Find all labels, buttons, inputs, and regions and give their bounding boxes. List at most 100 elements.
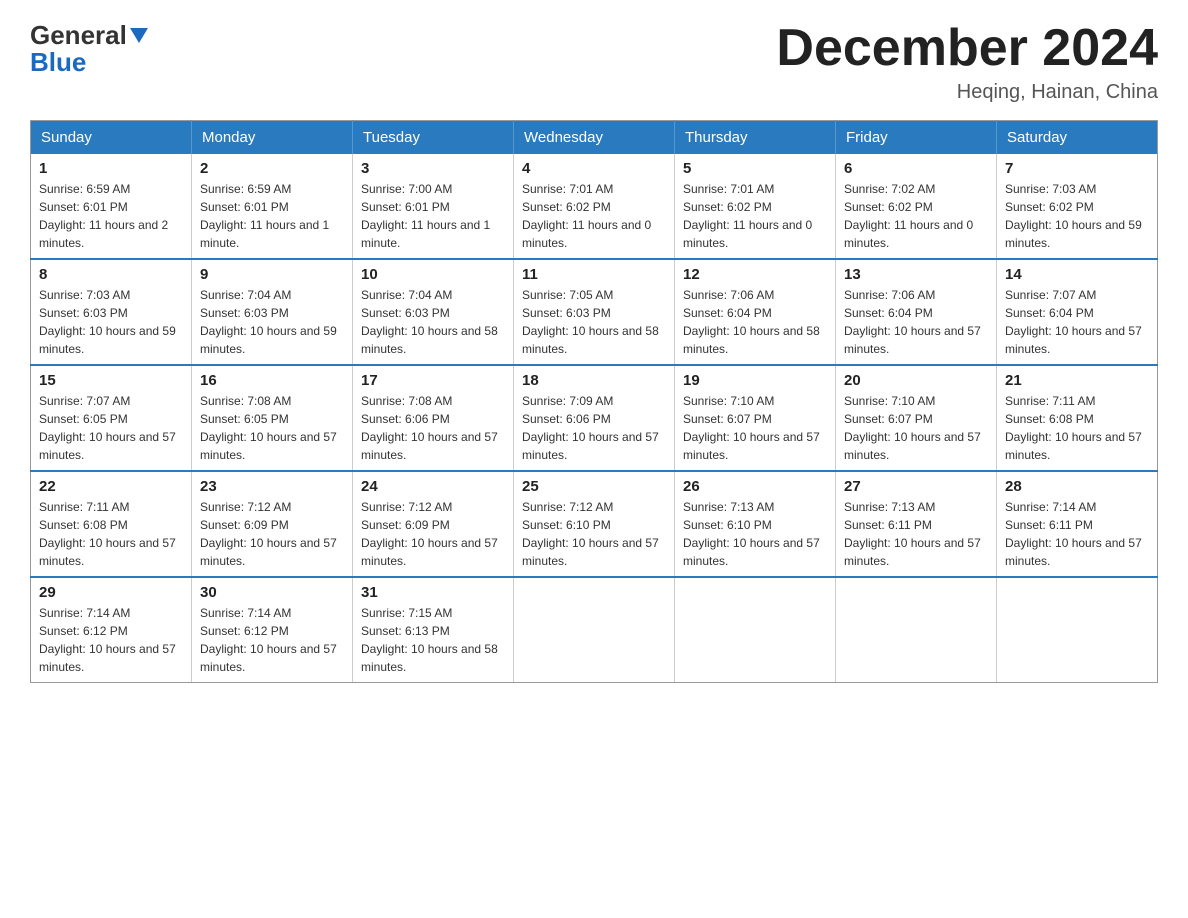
- calendar-cell: 12 Sunrise: 7:06 AMSunset: 6:04 PMDayligh…: [675, 259, 836, 365]
- day-info: Sunrise: 7:12 AMSunset: 6:09 PMDaylight:…: [361, 498, 505, 570]
- calendar-cell: 23Sunrise: 7:12 AMSunset: 6:09 PMDayligh…: [192, 471, 353, 577]
- day-info: Sunrise: 7:14 AMSunset: 6:11 PMDaylight:…: [1005, 498, 1149, 570]
- calendar-cell: 25 Sunrise: 7:12 AMSunset: 6:10 PMDayligh…: [514, 471, 675, 577]
- day-number: 1: [39, 160, 183, 177]
- day-info: Sunrise: 7:02 AMSunset: 6:02 PMDaylight:…: [844, 180, 988, 252]
- day-info: Sunrise: 7:07 AMSunset: 6:05 PMDaylight:…: [39, 392, 183, 464]
- day-number: 25: [522, 478, 666, 495]
- day-info: Sunrise: 7:03 AMSunset: 6:02 PMDaylight:…: [1005, 180, 1149, 252]
- calendar-cell: 14 Sunrise: 7:07 AMSunset: 6:04 PMDayligh…: [997, 259, 1158, 365]
- day-info: Sunrise: 7:06 AMSunset: 6:04 PMDaylight:…: [844, 286, 988, 358]
- day-number: 26: [683, 478, 827, 495]
- day-number: 8: [39, 266, 183, 283]
- column-header-sunday: Sunday: [31, 121, 192, 155]
- day-number: 18: [522, 372, 666, 389]
- day-number: 22: [39, 478, 183, 495]
- calendar-cell: 22 Sunrise: 7:11 AMSunset: 6:08 PMDayligh…: [31, 471, 192, 577]
- day-number: 5: [683, 160, 827, 177]
- calendar-cell: 13Sunrise: 7:06 AMSunset: 6:04 PMDayligh…: [836, 259, 997, 365]
- calendar-cell: 21 Sunrise: 7:11 AMSunset: 6:08 PMDayligh…: [997, 365, 1158, 471]
- day-number: 2: [200, 160, 344, 177]
- calendar-cell: 24 Sunrise: 7:12 AMSunset: 6:09 PMDayligh…: [353, 471, 514, 577]
- calendar-cell: 6 Sunrise: 7:02 AMSunset: 6:02 PMDaylight…: [836, 154, 997, 259]
- calendar-cell: [675, 577, 836, 683]
- day-number: 24: [361, 478, 505, 495]
- day-number: 31: [361, 584, 505, 601]
- calendar-cell: 5 Sunrise: 7:01 AMSunset: 6:02 PMDaylight…: [675, 154, 836, 259]
- calendar-cell: 20 Sunrise: 7:10 AMSunset: 6:07 PMDayligh…: [836, 365, 997, 471]
- calendar-cell: 17 Sunrise: 7:08 AMSunset: 6:06 PMDayligh…: [353, 365, 514, 471]
- day-info: Sunrise: 7:11 AMSunset: 6:08 PMDaylight:…: [39, 498, 183, 570]
- day-info: Sunrise: 7:13 AMSunset: 6:10 PMDaylight:…: [683, 498, 827, 570]
- day-info: Sunrise: 7:04 AMSunset: 6:03 PMDaylight:…: [200, 286, 344, 358]
- calendar-cell: 27Sunrise: 7:13 AMSunset: 6:11 PMDayligh…: [836, 471, 997, 577]
- day-info: Sunrise: 7:11 AMSunset: 6:08 PMDaylight:…: [1005, 392, 1149, 464]
- day-number: 28: [1005, 478, 1149, 495]
- calendar-title-area: December 2024 Heqing, Hainan, China: [776, 20, 1158, 104]
- calendar-cell: 30Sunrise: 7:14 AMSunset: 6:12 PMDayligh…: [192, 577, 353, 683]
- calendar-cell: 16 Sunrise: 7:08 AMSunset: 6:05 PMDayligh…: [192, 365, 353, 471]
- column-header-saturday: Saturday: [997, 121, 1158, 155]
- day-info: Sunrise: 7:08 AMSunset: 6:05 PMDaylight:…: [200, 392, 344, 464]
- calendar-cell: 29Sunrise: 7:14 AMSunset: 6:12 PMDayligh…: [31, 577, 192, 683]
- calendar-week-row: 15Sunrise: 7:07 AMSunset: 6:05 PMDayligh…: [31, 365, 1158, 471]
- day-number: 6: [844, 160, 988, 177]
- calendar-title: December 2024: [776, 20, 1158, 77]
- day-info: Sunrise: 7:03 AMSunset: 6:03 PMDaylight:…: [39, 286, 183, 358]
- day-info: Sunrise: 7:00 AMSunset: 6:01 PMDaylight:…: [361, 180, 505, 252]
- day-info: Sunrise: 7:08 AMSunset: 6:06 PMDaylight:…: [361, 392, 505, 464]
- calendar-cell: [997, 577, 1158, 683]
- column-header-wednesday: Wednesday: [514, 121, 675, 155]
- day-number: 9: [200, 266, 344, 283]
- day-number: 11: [522, 266, 666, 283]
- day-number: 20: [844, 372, 988, 389]
- calendar-subtitle: Heqing, Hainan, China: [776, 81, 1158, 104]
- calendar-cell: 8 Sunrise: 7:03 AMSunset: 6:03 PMDaylight…: [31, 259, 192, 365]
- calendar-week-row: 1 Sunrise: 6:59 AMSunset: 6:01 PMDaylight…: [31, 154, 1158, 259]
- logo: General Blue: [30, 20, 148, 78]
- day-info: Sunrise: 7:07 AMSunset: 6:04 PMDaylight:…: [1005, 286, 1149, 358]
- calendar-cell: 10 Sunrise: 7:04 AMSunset: 6:03 PMDayligh…: [353, 259, 514, 365]
- day-info: Sunrise: 7:12 AMSunset: 6:09 PMDaylight:…: [200, 498, 344, 570]
- calendar-week-row: 29Sunrise: 7:14 AMSunset: 6:12 PMDayligh…: [31, 577, 1158, 683]
- day-number: 19: [683, 372, 827, 389]
- calendar-cell: 26 Sunrise: 7:13 AMSunset: 6:10 PMDayligh…: [675, 471, 836, 577]
- column-header-tuesday: Tuesday: [353, 121, 514, 155]
- day-number: 17: [361, 372, 505, 389]
- day-number: 21: [1005, 372, 1149, 389]
- calendar-cell: 19 Sunrise: 7:10 AMSunset: 6:07 PMDayligh…: [675, 365, 836, 471]
- day-info: Sunrise: 6:59 AMSunset: 6:01 PMDaylight:…: [39, 180, 183, 252]
- logo-line2: Blue: [30, 47, 86, 78]
- day-info: Sunrise: 7:01 AMSunset: 6:02 PMDaylight:…: [683, 180, 827, 252]
- column-header-monday: Monday: [192, 121, 353, 155]
- day-info: Sunrise: 7:09 AMSunset: 6:06 PMDaylight:…: [522, 392, 666, 464]
- calendar-header-row: SundayMondayTuesdayWednesdayThursdayFrid…: [31, 121, 1158, 155]
- calendar-cell: 31Sunrise: 7:15 AMSunset: 6:13 PMDayligh…: [353, 577, 514, 683]
- column-header-thursday: Thursday: [675, 121, 836, 155]
- day-number: 16: [200, 372, 344, 389]
- day-info: Sunrise: 7:10 AMSunset: 6:07 PMDaylight:…: [844, 392, 988, 464]
- calendar-cell: [514, 577, 675, 683]
- day-number: 3: [361, 160, 505, 177]
- calendar-table: SundayMondayTuesdayWednesdayThursdayFrid…: [30, 120, 1158, 683]
- day-info: Sunrise: 7:14 AMSunset: 6:12 PMDaylight:…: [39, 604, 183, 676]
- day-number: 10: [361, 266, 505, 283]
- day-number: 12: [683, 266, 827, 283]
- day-number: 30: [200, 584, 344, 601]
- day-number: 4: [522, 160, 666, 177]
- calendar-cell: 28 Sunrise: 7:14 AMSunset: 6:11 PMDayligh…: [997, 471, 1158, 577]
- calendar-cell: 15Sunrise: 7:07 AMSunset: 6:05 PMDayligh…: [31, 365, 192, 471]
- calendar-cell: 2 Sunrise: 6:59 AMSunset: 6:01 PMDaylight…: [192, 154, 353, 259]
- calendar-cell: 3 Sunrise: 7:00 AMSunset: 6:01 PMDaylight…: [353, 154, 514, 259]
- day-info: Sunrise: 7:01 AMSunset: 6:02 PMDaylight:…: [522, 180, 666, 252]
- day-info: Sunrise: 7:04 AMSunset: 6:03 PMDaylight:…: [361, 286, 505, 358]
- page-header: General Blue December 2024 Heqing, Haina…: [30, 20, 1158, 104]
- day-info: Sunrise: 7:10 AMSunset: 6:07 PMDaylight:…: [683, 392, 827, 464]
- day-info: Sunrise: 7:12 AMSunset: 6:10 PMDaylight:…: [522, 498, 666, 570]
- day-number: 27: [844, 478, 988, 495]
- day-info: Sunrise: 7:06 AMSunset: 6:04 PMDaylight:…: [683, 286, 827, 358]
- day-number: 14: [1005, 266, 1149, 283]
- day-info: Sunrise: 6:59 AMSunset: 6:01 PMDaylight:…: [200, 180, 344, 252]
- day-info: Sunrise: 7:05 AMSunset: 6:03 PMDaylight:…: [522, 286, 666, 358]
- calendar-cell: 1 Sunrise: 6:59 AMSunset: 6:01 PMDaylight…: [31, 154, 192, 259]
